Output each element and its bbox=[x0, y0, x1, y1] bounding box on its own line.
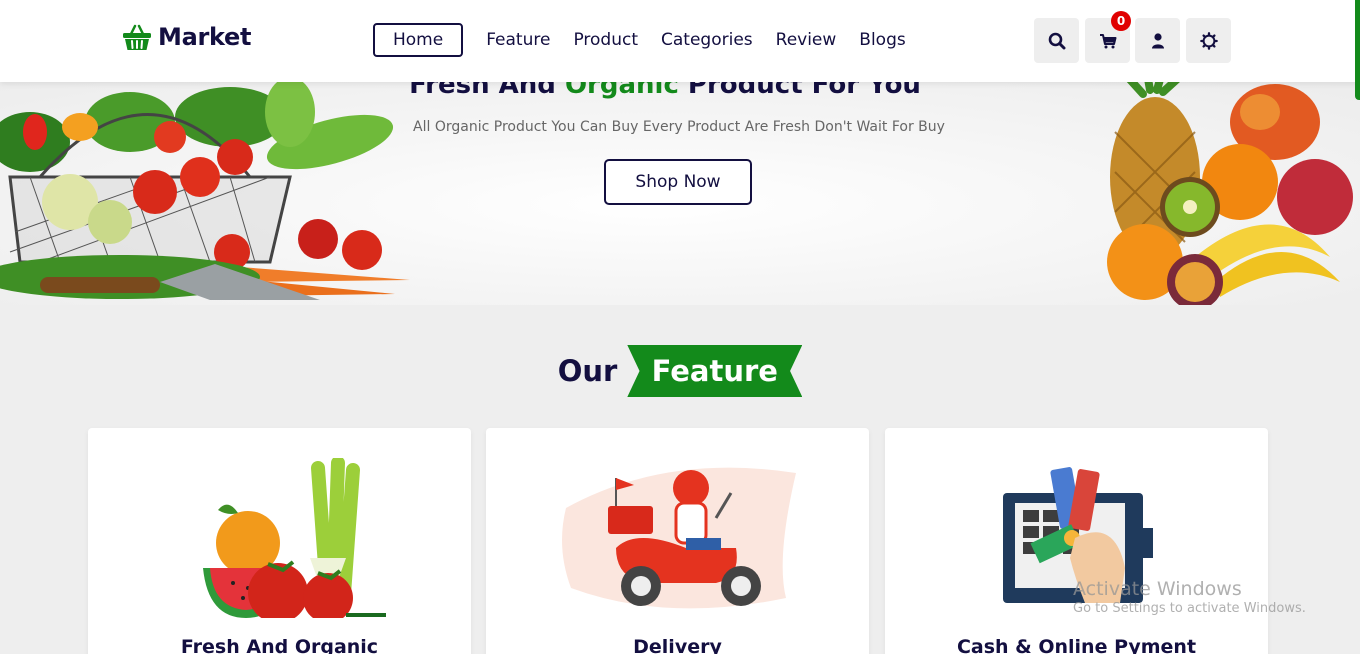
heading-plain: Our bbox=[557, 354, 618, 388]
feature-card-delivery[interactable]: Delivery bbox=[486, 428, 869, 654]
site-header: Market Home Feature Product Categories R… bbox=[0, 0, 1360, 82]
nav-categories[interactable]: Categories bbox=[661, 23, 753, 57]
feature-section-heading: Our Feature bbox=[0, 344, 1360, 398]
feature-card-title: Cash & Online Pyment bbox=[956, 636, 1197, 654]
heading-ribbon: Feature bbox=[627, 345, 803, 397]
search-button[interactable] bbox=[1034, 18, 1079, 63]
hero-banner: Fresh And Organic Product For You All Or… bbox=[0, 82, 1360, 305]
search-icon bbox=[1048, 32, 1065, 49]
cart-button[interactable]: 0 bbox=[1085, 11, 1131, 63]
shop-now-button[interactable]: Shop Now bbox=[604, 159, 752, 205]
feature-card-title: Fresh And Organic bbox=[180, 636, 379, 654]
basket-icon bbox=[123, 24, 151, 50]
settings-button[interactable] bbox=[1186, 18, 1231, 63]
feature-card-payment[interactable]: Cash & Online Pyment bbox=[885, 428, 1268, 654]
user-icon bbox=[1151, 32, 1164, 48]
nav-feature[interactable]: Feature bbox=[486, 23, 550, 57]
scroll-indicator bbox=[1355, 0, 1360, 100]
gear-icon bbox=[1199, 31, 1218, 50]
fruit-pile-image bbox=[1107, 82, 1353, 305]
feature-card-fresh[interactable]: Fresh And Organic bbox=[88, 428, 471, 654]
brand-logo[interactable]: Market bbox=[122, 22, 251, 52]
account-button[interactable] bbox=[1135, 18, 1180, 63]
vegetable-basket-image bbox=[0, 82, 410, 300]
nav-review[interactable]: Review bbox=[776, 23, 837, 57]
hero-title-accent: Organic bbox=[564, 82, 679, 100]
nav-product[interactable]: Product bbox=[573, 23, 638, 57]
feature-card-title: Delivery bbox=[633, 636, 722, 654]
main-nav: Home Feature Product Categories Review B… bbox=[373, 23, 929, 57]
watermark-title: Activate Windows bbox=[1073, 578, 1242, 600]
cart-count-badge: 0 bbox=[1111, 11, 1131, 31]
brand-name: Market bbox=[158, 23, 252, 51]
nav-blogs[interactable]: Blogs bbox=[859, 23, 905, 57]
watermark-subtitle: Go to Settings to activate Windows. bbox=[1073, 601, 1306, 616]
shopping-cart-icon bbox=[1099, 33, 1116, 48]
fresh-produce-illustration bbox=[203, 458, 386, 618]
nav-home[interactable]: Home bbox=[373, 23, 464, 57]
delivery-scooter-illustration bbox=[562, 467, 796, 609]
windows-activation-watermark: Activate Windows Go to Settings to activ… bbox=[1073, 578, 1306, 616]
